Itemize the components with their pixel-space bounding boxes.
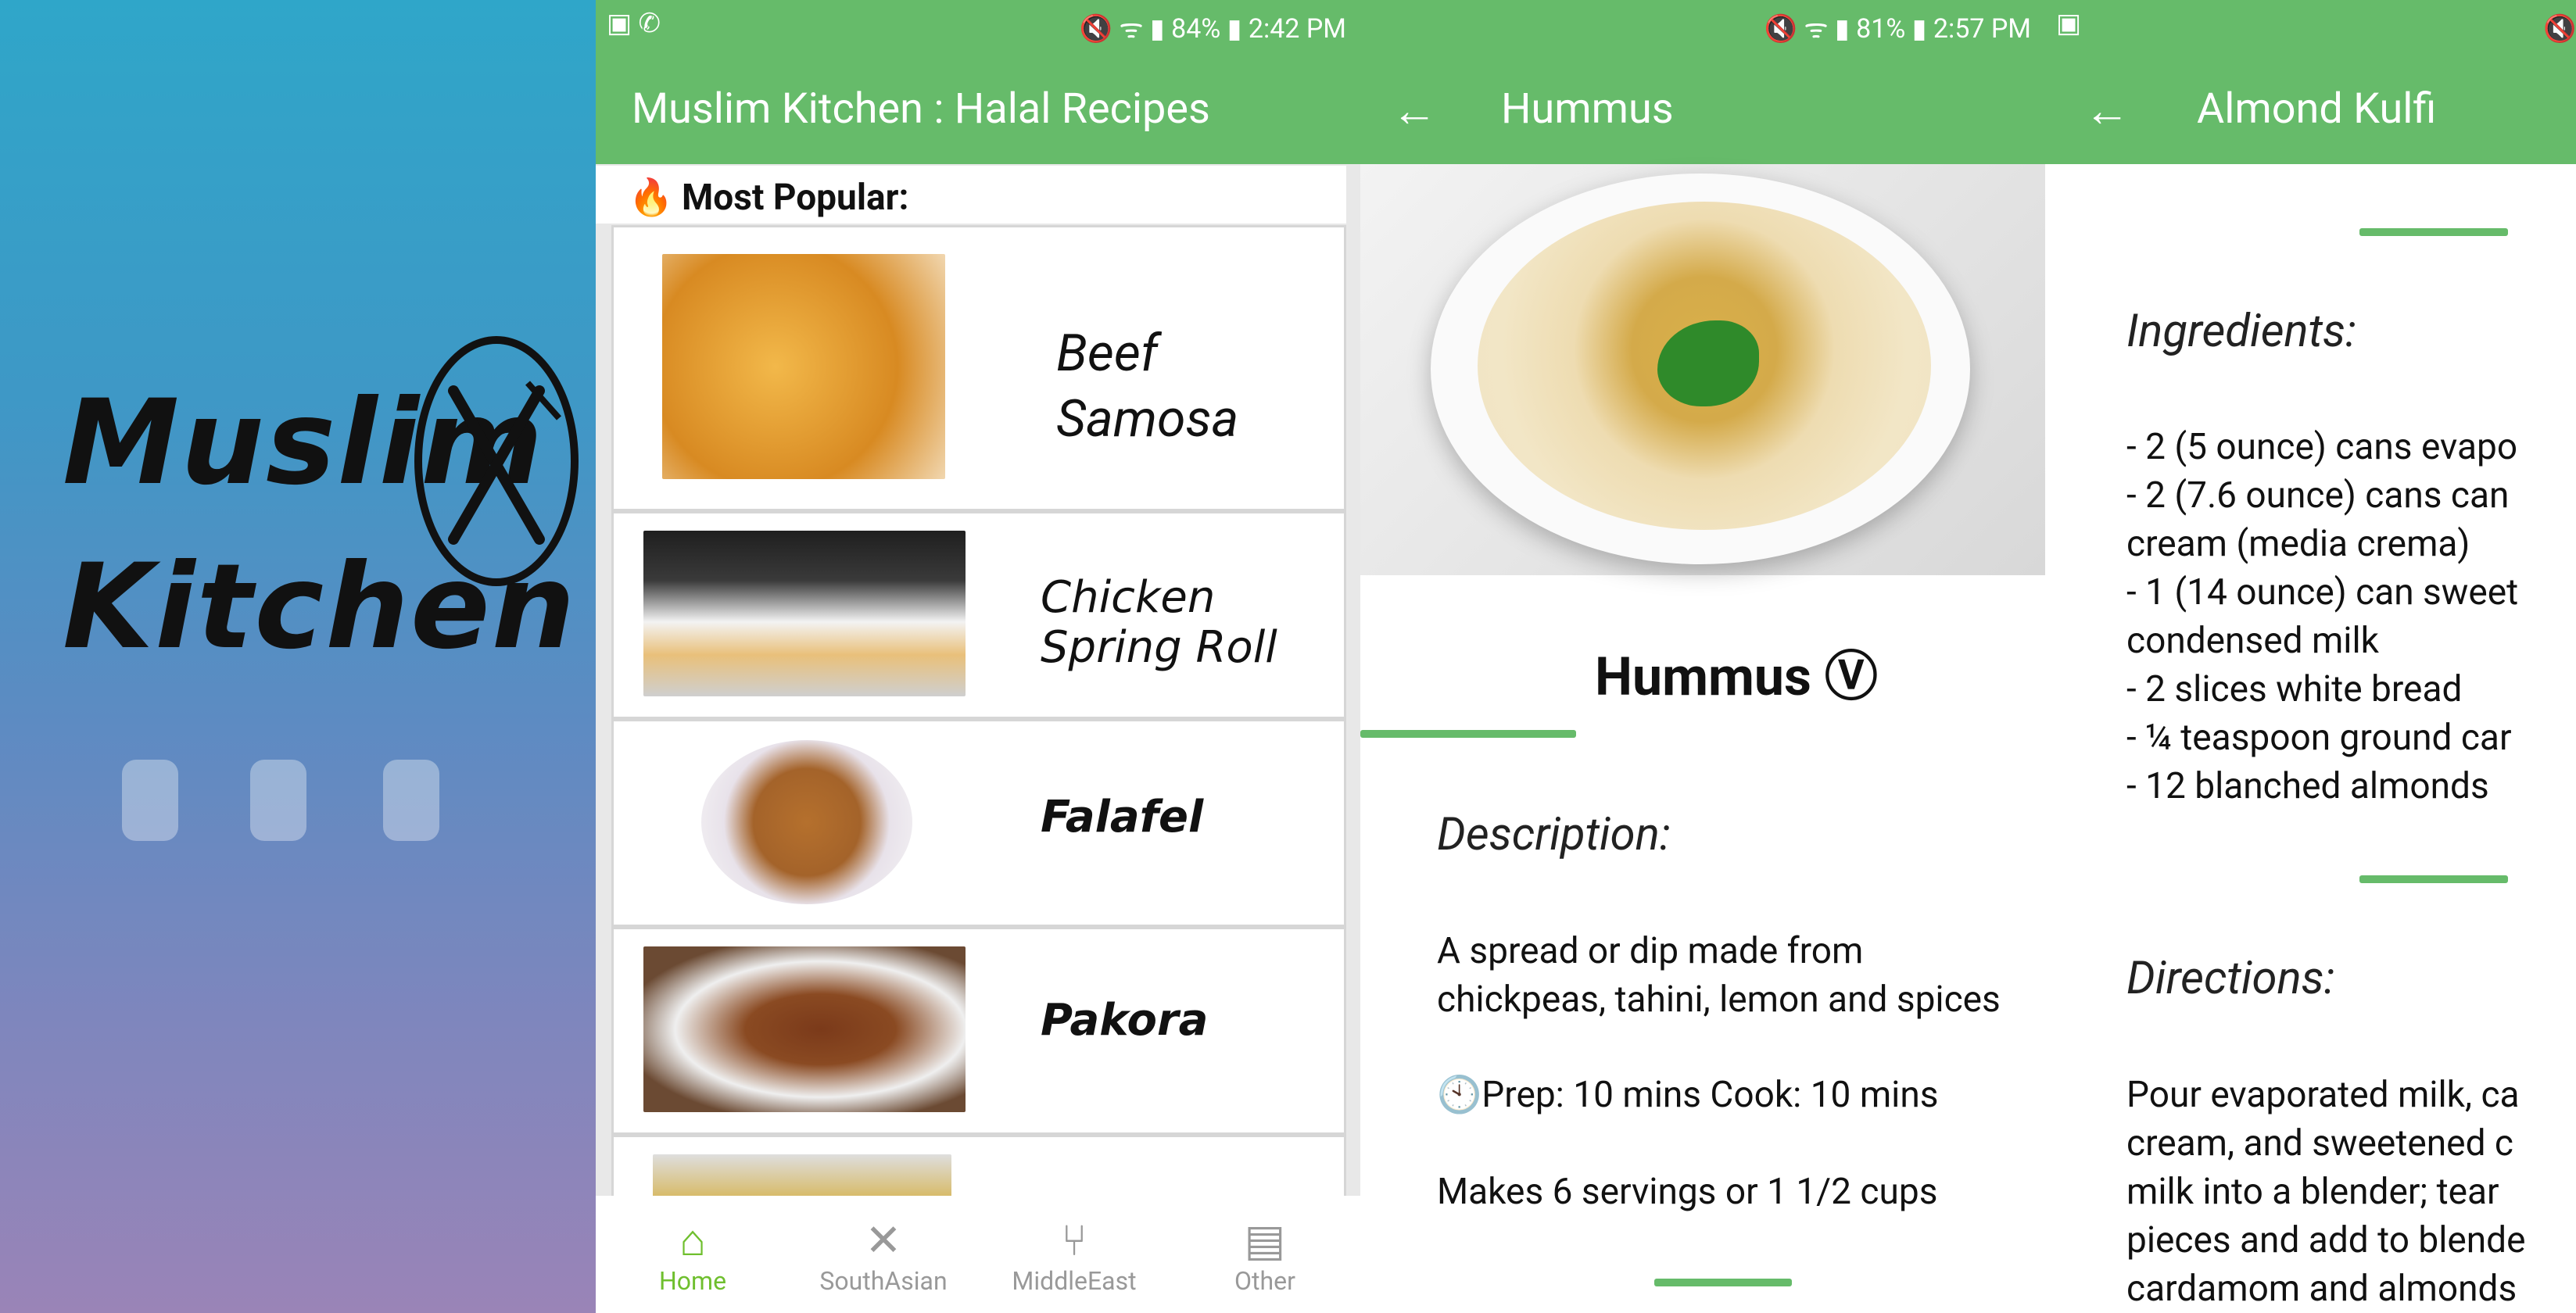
nav-southasian[interactable]: ✕ SouthAsian — [805, 1215, 962, 1296]
recipe-card-partial[interactable] — [611, 1135, 1346, 1207]
status-indicators: 🔇 ᯤ ▮ 81% ▮ 2:57 PM — [1764, 13, 2031, 45]
divider — [1654, 1279, 1792, 1286]
clock: 2:57 PM — [1933, 13, 2031, 45]
description-text: A spread or dip made from chickpeas, tahi… — [1437, 930, 2001, 1021]
fire-icon: 🔥 — [629, 177, 674, 219]
fork-knife-logo-icon — [414, 336, 579, 586]
directions-text: Pour evaporated milk, ca cream, and swee… — [2126, 1074, 2526, 1310]
loading-dot-1 — [122, 760, 178, 841]
nav-other[interactable]: ▤ Other — [1187, 1215, 1343, 1296]
recipe-heading: Hummus Ⓥ — [1595, 646, 1878, 708]
recipe-name: Pakora — [1041, 995, 1209, 1046]
screen-title: Almond Kulfi — [2197, 84, 2437, 134]
divider — [2359, 228, 2508, 236]
nav-middleeast[interactable]: ⑂ MiddleEast — [996, 1215, 1152, 1296]
recipe-card-pakora[interactable]: Pakora — [611, 927, 1346, 1135]
loading-dot-3 — [383, 760, 439, 841]
divider — [2359, 875, 2508, 883]
recipe-hero-image — [1360, 164, 2045, 575]
utensils-cross-icon: ✕ — [865, 1215, 902, 1266]
notification-icons: ▣ ✆ — [607, 8, 661, 39]
back-arrow-icon[interactable]: ← — [2084, 84, 2130, 138]
nav-label: Other — [1234, 1266, 1295, 1296]
description-title: Description: — [1437, 808, 1671, 861]
nav-label: Home — [658, 1266, 727, 1296]
recipe-card-falafel[interactable]: Falafel — [611, 719, 1346, 927]
divider — [1360, 730, 1576, 738]
status-bar: ▣ ✆ 🔇 ᯤ ▮ 84% ▮ 2:42 PM — [596, 0, 1360, 50]
back-arrow-icon[interactable]: ← — [1392, 84, 1437, 138]
splash-screen: Muslim Kitchen — [0, 0, 596, 1313]
nav-label: SouthAsian — [819, 1266, 948, 1296]
battery-level: 84% — [1171, 13, 1221, 45]
directions-title: Directions: — [2126, 952, 2335, 1005]
clock-icon: 🕙 — [1437, 1074, 1482, 1116]
app-title: Muslim Kitchen : Halal Recipes — [632, 84, 1210, 134]
recipe-detail-almond-kulfi: ▣ 🔇 ᯤ ← Almond Kulfi Ingredients: - 2 (5… — [2045, 0, 2576, 1313]
app-bar: ← Almond Kulfi — [2045, 50, 2576, 164]
servings: Makes 6 servings or 1 1/2 cups — [1437, 1171, 1938, 1213]
home-screen: ▣ ✆ 🔇 ᯤ ▮ 84% ▮ 2:42 PM Muslim Kitchen :… — [596, 0, 1360, 1313]
nav-home[interactable]: ⌂ Home — [614, 1215, 771, 1296]
prep-time: 🕙Prep: 10 mins Cook: 10 mins — [1437, 1074, 1939, 1116]
ingredients-title: Ingredients: — [2126, 305, 2356, 358]
status-bar: 🔇 ᯤ ▮ 81% ▮ 2:57 PM — [1360, 0, 2045, 50]
app-bar: ← Hummus — [1360, 50, 2045, 164]
app-bar: Muslim Kitchen : Halal Recipes — [596, 50, 1360, 164]
section-label: Most Popular: — [682, 177, 909, 219]
recipe-name: Chicken Spring Roll — [1041, 572, 1277, 673]
nav-label: MiddleEast — [1012, 1266, 1137, 1296]
fork-knife-icon: ⑂ — [1061, 1215, 1087, 1266]
recipe-image — [662, 254, 945, 479]
bottom-navigation: ⌂ Home ✕ SouthAsian ⑂ MiddleEast ▤ Other — [596, 1196, 1360, 1313]
recipe-image — [643, 531, 966, 696]
ingredients-list: - 2 (5 ounce) cans evapo - 2 (7.6 ounce)… — [2126, 426, 2519, 807]
battery-level: 81% — [1856, 13, 1906, 45]
notification-icons: ▣ — [2056, 8, 2082, 39]
screen-title: Hummus — [1501, 84, 1674, 134]
vegetarian-icon: Ⓥ — [1824, 646, 1878, 708]
loading-dot-2 — [250, 760, 306, 841]
recipe-name: Beef Samosa — [1056, 324, 1239, 449]
recipe-image — [643, 946, 966, 1112]
section-header: 🔥 Most Popular: — [596, 166, 1346, 224]
recipe-card-chicken-spring-roll[interactable]: Chicken Spring Roll — [611, 511, 1346, 719]
status-indicators: 🔇 ᯤ ▮ 84% ▮ 2:42 PM — [1079, 13, 1346, 45]
home-icon: ⌂ — [679, 1215, 706, 1266]
status-bar: ▣ 🔇 ᯤ — [2045, 0, 2576, 50]
recipe-card-beef-samosa[interactable]: Beef Samosa — [611, 225, 1346, 511]
clock: 2:42 PM — [1248, 13, 1346, 45]
recipe-image — [701, 740, 912, 904]
fridge-icon: ▤ — [1244, 1215, 1286, 1266]
recipe-detail-hummus: 🔇 ᯤ ▮ 81% ▮ 2:57 PM ← Hummus Hummus Ⓥ De… — [1360, 0, 2045, 1313]
status-indicators: 🔇 ᯤ — [2543, 13, 2576, 45]
recipe-name: Falafel — [1041, 792, 1204, 843]
